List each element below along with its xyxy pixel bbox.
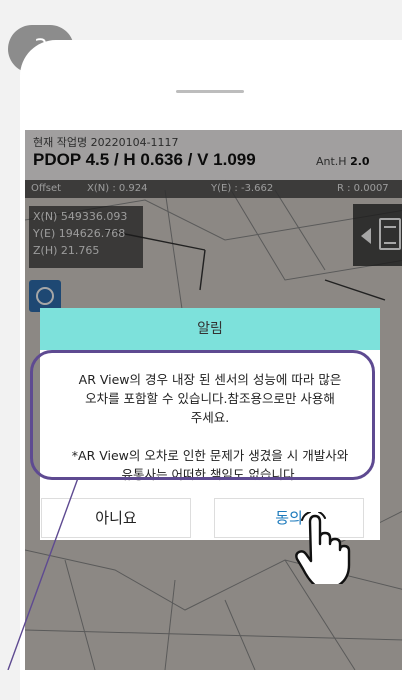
phone-handle-bar [176,90,244,93]
tap-hand-icon [295,512,351,584]
dialog-title: 알림 [40,308,380,350]
message-highlight-box [30,350,375,480]
cancel-button[interactable]: 아니요 [41,498,191,538]
